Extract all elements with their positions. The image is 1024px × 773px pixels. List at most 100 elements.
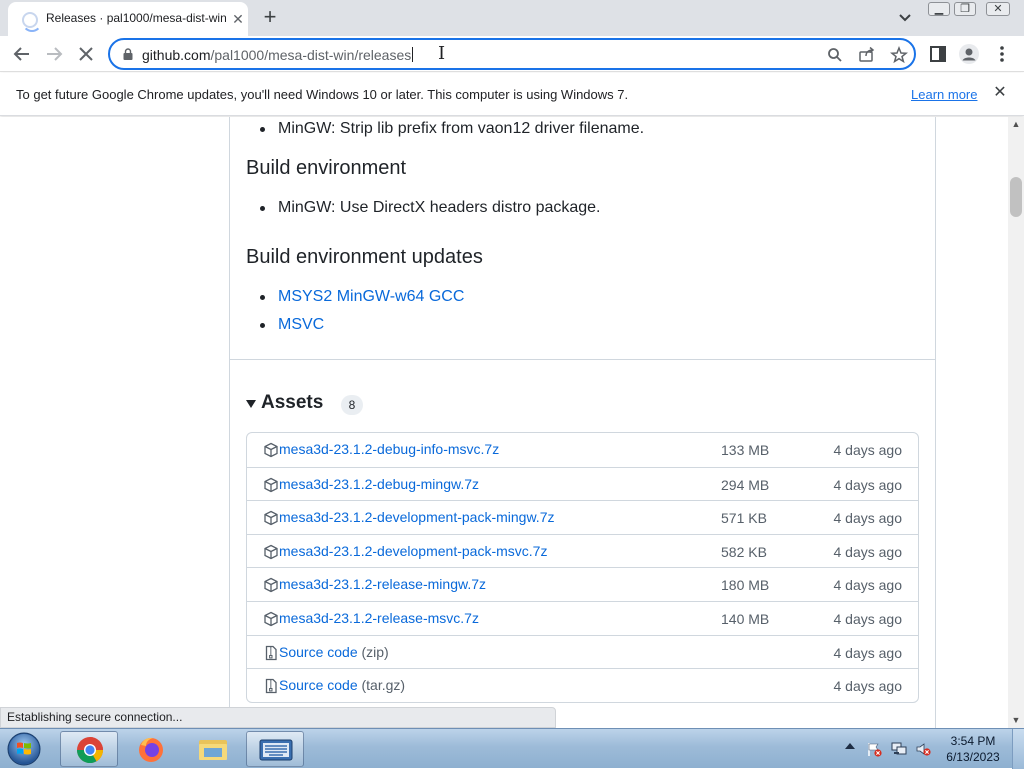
asset-size: 294 MB — [721, 476, 770, 493]
close-icon[interactable]: ✕ — [990, 83, 1010, 103]
asset-row: mesa3d-23.1.2-debug-mingw.7z 294 MB 4 days… — [247, 466, 918, 501]
caret-down-icon — [246, 400, 256, 408]
asset-row: mesa3d-23.1.2-development-pack-mingw.7z 5… — [247, 500, 918, 534]
asset-download-link[interactable]: mesa3d-23.1.2-release-msvc.7z — [279, 610, 479, 626]
tab-strip: Releases · pal1000/mesa-dist-win ✕ + ▁ ❐… — [0, 0, 1024, 36]
url-text[interactable]: github.com/pal1000/mesa-dist-win/release… — [142, 47, 414, 63]
asset-row: mesa3d-23.1.2-release-mingw.7z 180 MB 4 da… — [247, 567, 918, 601]
asset-download-link[interactable]: mesa3d-23.1.2-debug-info-msvc.7z — [279, 441, 499, 457]
vertical-scrollbar[interactable]: ▲ ▼ — [1008, 117, 1024, 728]
asset-size: 571 KB — [721, 510, 767, 527]
asset-row: mesa3d-23.1.2-release-msvc.7z 140 MB 4 day… — [247, 600, 918, 635]
system-clock[interactable]: 3:54 PM 6/13/2023 — [940, 733, 1006, 765]
package-icon — [263, 544, 279, 560]
restore-button[interactable]: ❐ — [954, 2, 976, 16]
menu-kebab-icon[interactable] — [992, 44, 1012, 64]
asset-date: 4 days ago — [833, 442, 903, 458]
asset-download-link[interactable]: Source code (zip) — [279, 644, 389, 660]
show-desktop-button[interactable] — [1012, 729, 1024, 769]
text-caret — [412, 47, 414, 62]
asset-name-text: mesa3d-23.1.2-debug-info-msvc.7z — [279, 441, 500, 457]
folder-icon — [199, 740, 227, 760]
scrollbar-thumb[interactable] — [1010, 177, 1022, 217]
network-icon[interactable] — [891, 741, 907, 757]
minimize-button[interactable]: ▁ — [928, 2, 950, 16]
asset-name-text: mesa3d-23.1.2-debug-mingw.7z — [279, 475, 480, 492]
asset-size: 180 MB — [721, 577, 770, 594]
chevron-down-icon[interactable] — [896, 8, 914, 26]
scroll-down-icon[interactable]: ▼ — [1011, 715, 1021, 725]
show-hidden-icons-icon[interactable] — [845, 743, 855, 749]
scroll-up-icon[interactable]: ▲ — [1011, 119, 1021, 129]
asset-name-suffix: (zip) — [357, 643, 389, 660]
page-viewport: MinGW: Strip lib prefix from vaon12 driv… — [0, 117, 1008, 728]
asset-name-suffix: (tar.gz) — [357, 677, 406, 694]
release-card: MinGW: Strip lib prefix from vaon12 driv… — [229, 117, 936, 728]
share-icon[interactable] — [858, 46, 876, 64]
learn-more-link[interactable]: Learn more — [911, 87, 977, 102]
asset-row: mesa3d-23.1.2-debug-info-msvc.7z 133 MB 4 … — [247, 433, 918, 467]
file-zip-icon — [263, 678, 279, 694]
asset-name-text: mesa3d-23.1.2-release-msvc.7z — [279, 609, 479, 626]
asset-download-link[interactable]: mesa3d-23.1.2-development-pack-msvc.7z — [279, 543, 547, 559]
asset-name-text: Source code — [279, 643, 358, 660]
back-icon[interactable] — [10, 42, 34, 66]
asset-row: Source code (zip) 4 days ago — [247, 634, 918, 669]
side-panel-icon[interactable] — [928, 44, 948, 64]
stop-icon[interactable] — [74, 42, 98, 66]
forward-icon[interactable] — [42, 42, 66, 66]
asset-download-link[interactable]: mesa3d-23.1.2-debug-mingw.7z — [279, 476, 479, 492]
asset-download-link[interactable]: mesa3d-23.1.2-development-pack-mingw.7z — [279, 509, 554, 525]
close-window-button[interactable]: ✕ — [986, 2, 1010, 16]
asset-download-link[interactable]: Source code (tar.gz) — [279, 677, 405, 693]
search-icon[interactable] — [826, 46, 844, 64]
assets-list: mesa3d-23.1.2-debug-info-msvc.7z 133 MB 4 … — [246, 432, 919, 703]
taskbar-firefox-button[interactable] — [122, 731, 180, 767]
asset-date: 4 days ago — [833, 577, 903, 594]
asset-date: 4 days ago — [833, 476, 903, 493]
changelog-list: MinGW: Strip lib prefix from vaon12 driv… — [230, 117, 644, 143]
address-bar[interactable]: github.com/pal1000/mesa-dist-win/release… — [108, 38, 916, 70]
taskbar-onscreen-keyboard-button[interactable] — [246, 731, 304, 767]
taskbar-chrome-button[interactable] — [60, 731, 118, 767]
windows-taskbar: 3:54 PM 6/13/2023 — [0, 728, 1024, 769]
build-env-list: MinGW: Use DirectX headers distro packag… — [230, 194, 601, 222]
profile-avatar-icon[interactable] — [958, 43, 980, 65]
asset-name-text: mesa3d-23.1.2-release-mingw.7z — [279, 576, 486, 593]
asset-date: 4 days ago — [833, 610, 903, 627]
list-item: MinGW: Strip lib prefix from vaon12 driv… — [230, 117, 644, 143]
browser-tab[interactable]: Releases · pal1000/mesa-dist-win ✕ — [8, 2, 248, 36]
assets-heading: Assets — [261, 392, 324, 413]
asset-download-link[interactable]: mesa3d-23.1.2-release-mingw.7z — [279, 576, 486, 592]
asset-size: 582 KB — [721, 543, 767, 560]
windows-start-icon[interactable] — [4, 731, 44, 767]
asset-date: 4 days ago — [833, 510, 903, 527]
package-icon — [263, 577, 279, 593]
asset-size: 140 MB — [721, 610, 770, 627]
package-icon — [263, 477, 279, 493]
build-env-updates-list: MSYS2 MinGW-w64 GCC MSVC — [230, 283, 464, 339]
star-icon[interactable] — [890, 46, 908, 64]
taskbar-explorer-button[interactable] — [184, 731, 242, 767]
asset-row: mesa3d-23.1.2-development-pack-msvc.7z 58… — [247, 533, 918, 568]
status-bubble: Establishing secure connection... — [0, 707, 556, 728]
asset-size: 133 MB — [721, 442, 770, 458]
list-item: MinGW: Use DirectX headers distro packag… — [230, 194, 601, 222]
package-icon — [263, 442, 279, 458]
action-center-flag-icon[interactable] — [866, 741, 882, 757]
ibeam-cursor-icon: I — [438, 43, 446, 64]
clock-time: 3:54 PM — [950, 734, 996, 748]
list-item-link[interactable]: MSVC — [230, 311, 464, 339]
close-icon[interactable]: ✕ — [230, 11, 246, 27]
lock-icon[interactable] — [122, 48, 134, 60]
assets-count-badge: 8 — [341, 395, 363, 415]
new-tab-button[interactable]: + — [258, 6, 282, 30]
file-zip-icon — [263, 645, 279, 661]
asset-name-text: mesa3d-23.1.2-development-pack-msvc.7z — [279, 542, 548, 559]
infobar-message: To get future Google Chrome updates, you… — [16, 87, 629, 102]
list-item-link[interactable]: MSYS2 MinGW-w64 GCC — [230, 283, 464, 311]
package-icon — [263, 510, 279, 526]
update-infobar: To get future Google Chrome updates, you… — [0, 73, 1024, 116]
divider — [230, 359, 935, 360]
volume-muted-icon[interactable] — [915, 741, 931, 757]
